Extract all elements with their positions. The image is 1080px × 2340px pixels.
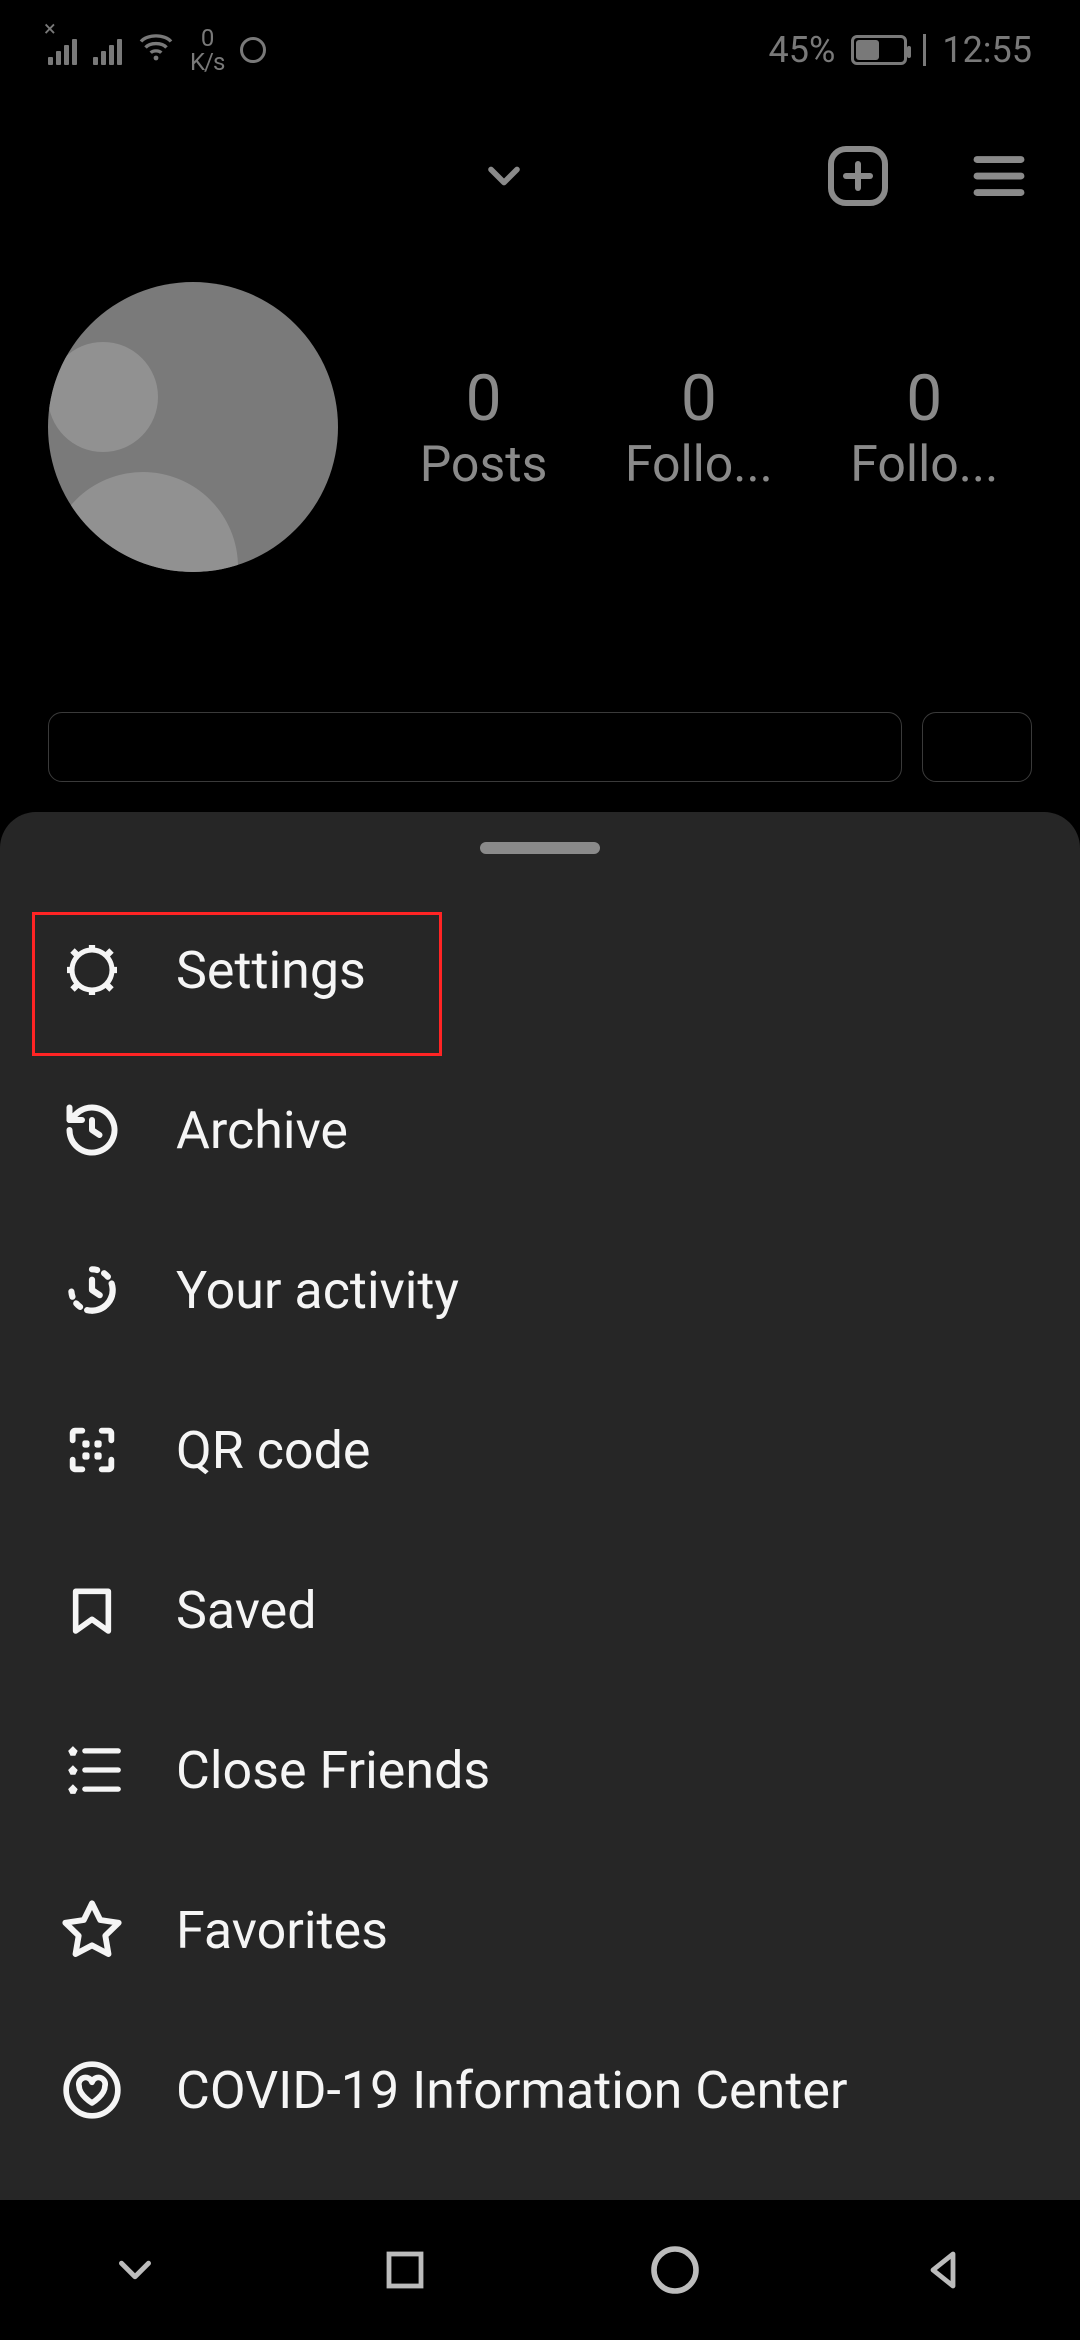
wifi-icon — [138, 29, 174, 71]
android-nav-bar — [0, 2200, 1080, 2340]
highlight-annotation — [32, 912, 442, 1056]
history-icon — [56, 1094, 128, 1166]
network-speed-value: 0 — [190, 26, 224, 50]
menu-item-activity[interactable]: Your activity — [0, 1210, 1080, 1370]
nav-home-button[interactable] — [630, 2225, 720, 2315]
battery-percent: 45% — [769, 29, 836, 71]
network-speed-indicator: 0 K/s — [190, 26, 224, 74]
profile-stats-row: 0 Posts 0 Follo... 0 Follo... — [0, 232, 1080, 612]
stat-followers[interactable]: 0 Follo... — [625, 361, 773, 494]
menu-list: Settings Archive Your activity QR code — [0, 884, 1080, 2176]
stat-posts-value: 0 — [420, 361, 548, 436]
menu-item-label: Your activity — [176, 1260, 459, 1321]
nav-recents-button[interactable] — [360, 2225, 450, 2315]
sheet-drag-handle[interactable] — [480, 842, 600, 854]
discover-people-button[interactable] — [922, 712, 1032, 782]
nav-back-button[interactable] — [900, 2225, 990, 2315]
hamburger-menu-button[interactable] — [966, 143, 1032, 209]
stats-container: 0 Posts 0 Follo... 0 Follo... — [386, 361, 1032, 494]
avatar[interactable] — [48, 282, 338, 572]
status-right: 45% 12:55 — [769, 29, 1033, 71]
edit-profile-button[interactable] — [48, 712, 902, 782]
bookmark-icon — [56, 1574, 128, 1646]
stat-posts[interactable]: 0 Posts — [420, 361, 548, 494]
menu-item-covid-info[interactable]: COVID-19 Information Center — [0, 2010, 1080, 2170]
menu-item-saved[interactable]: Saved — [0, 1530, 1080, 1690]
battery-icon — [851, 35, 907, 65]
menu-item-label: Close Friends — [176, 1740, 490, 1801]
network-speed-unit: K/s — [190, 50, 224, 74]
menu-item-archive[interactable]: Archive — [0, 1050, 1080, 1210]
profile-action-buttons — [0, 612, 1080, 782]
menu-item-label: COVID-19 Information Center — [176, 2060, 848, 2121]
heart-circle-icon — [56, 2054, 128, 2126]
signal-bars-icon — [93, 35, 122, 65]
status-divider — [923, 34, 926, 66]
account-switcher-chevron-icon[interactable] — [478, 150, 530, 202]
avatar-placeholder-body — [48, 472, 238, 572]
menu-item-label: QR code — [176, 1420, 371, 1481]
menu-item-label: Saved — [176, 1580, 317, 1641]
stat-posts-label: Posts — [420, 436, 548, 494]
status-bar: 0 K/s 45% 12:55 — [0, 0, 1080, 100]
qr-icon — [56, 1414, 128, 1486]
activity-icon — [56, 1254, 128, 1326]
create-post-button[interactable] — [822, 140, 894, 212]
menu-item-close-friends[interactable]: Close Friends — [0, 1690, 1080, 1850]
stat-following-value: 0 — [850, 361, 998, 436]
signal-no-sim-icon — [48, 35, 77, 65]
nav-hide-keyboard-icon[interactable] — [90, 2225, 180, 2315]
avatar-placeholder-head — [48, 342, 158, 452]
stat-followers-label: Follo... — [625, 436, 773, 494]
status-left: 0 K/s — [48, 26, 266, 74]
menu-item-qr-code[interactable]: QR code — [0, 1370, 1080, 1530]
menu-item-label: Favorites — [176, 1900, 388, 1961]
stat-following-label: Follo... — [850, 436, 998, 494]
profile-top-bar — [0, 100, 1080, 232]
status-circle-icon — [240, 37, 266, 63]
stat-following[interactable]: 0 Follo... — [850, 361, 998, 494]
menu-item-favorites[interactable]: Favorites — [0, 1850, 1080, 2010]
close-friends-icon — [56, 1734, 128, 1806]
stat-followers-value: 0 — [625, 361, 773, 436]
star-icon — [56, 1894, 128, 1966]
clock: 12:55 — [942, 29, 1032, 71]
menu-item-label: Archive — [176, 1100, 348, 1161]
